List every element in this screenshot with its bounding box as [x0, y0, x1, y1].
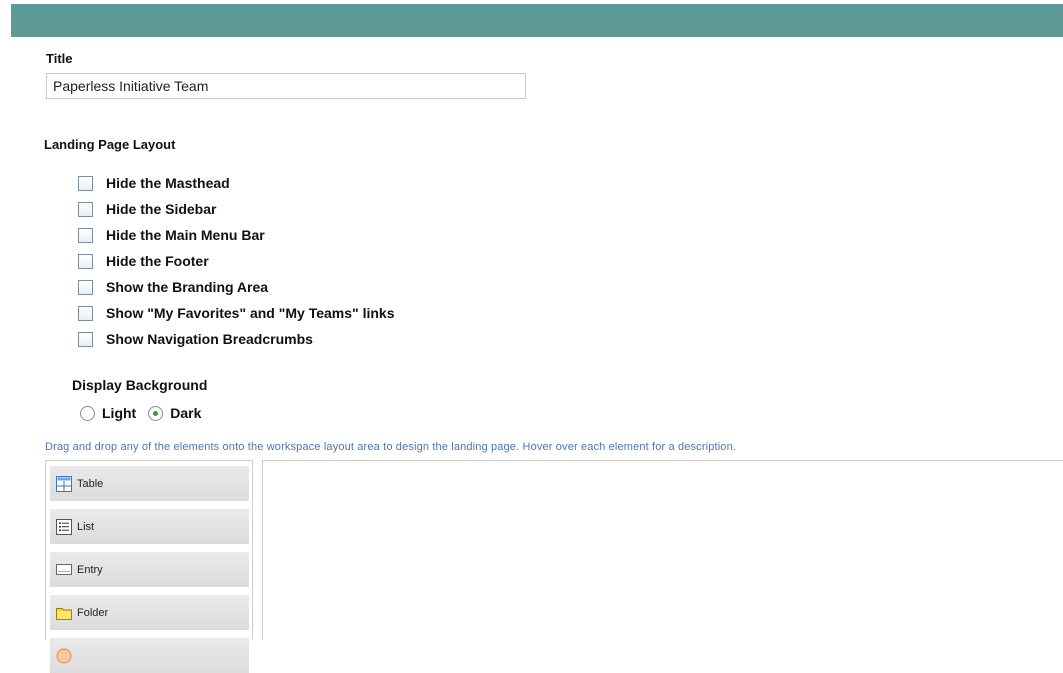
circle-icon [56, 648, 72, 664]
radio-light[interactable] [80, 405, 95, 421]
option-label: Show Navigation Breadcrumbs [106, 331, 313, 347]
option-hide-main-menu-bar[interactable]: Hide the Main Menu Bar [78, 222, 394, 248]
designer-hint: Drag and drop any of the elements onto t… [45, 441, 737, 453]
folder-icon [56, 605, 72, 621]
palette-item-label: Folder [77, 606, 109, 619]
option-show-favorites-teams-links[interactable]: Show "My Favorites" and "My Teams" links [78, 300, 394, 326]
checkbox[interactable] [78, 253, 93, 269]
table-icon [56, 475, 72, 492]
checkbox[interactable] [78, 227, 93, 243]
option-show-breadcrumbs[interactable]: Show Navigation Breadcrumbs [78, 326, 394, 352]
palette-item-label: List [77, 520, 95, 533]
option-hide-masthead[interactable]: Hide the Masthead [78, 170, 394, 196]
palette-item-list[interactable]: List [50, 509, 249, 544]
option-label: Show "My Favorites" and "My Teams" links [106, 305, 395, 321]
option-label: Hide the Masthead [106, 175, 230, 191]
header-bar [11, 4, 1063, 37]
title-input[interactable] [46, 73, 526, 99]
palette-item-partial[interactable] [50, 638, 249, 673]
background-radio-group: Light Dark [80, 405, 201, 421]
option-show-branding-area[interactable]: Show the Branding Area [78, 274, 394, 300]
option-label: Hide the Sidebar [106, 201, 217, 217]
entry-icon [56, 562, 72, 578]
list-icon [56, 518, 72, 535]
option-hide-sidebar[interactable]: Hide the Sidebar [78, 196, 394, 222]
title-label: Title [46, 51, 73, 66]
display-background-label: Display Background [72, 377, 208, 393]
palette-item-label: Entry [77, 563, 103, 576]
checkbox[interactable] [78, 175, 93, 191]
left-edge [0, 0, 11, 640]
palette-item-folder[interactable]: Folder [50, 595, 249, 630]
element-palette: Table List Entry Folder [45, 460, 253, 673]
option-label: Hide the Main Menu Bar [106, 227, 265, 243]
landing-page-layout-label: Landing Page Layout [44, 137, 176, 152]
option-label: Show the Branding Area [106, 279, 269, 295]
checkbox[interactable] [78, 331, 93, 347]
palette-item-table[interactable]: Table [50, 466, 249, 501]
layout-options-list: Hide the Masthead Hide the Sidebar Hide … [78, 170, 394, 352]
workspace-layout-area[interactable] [262, 460, 1063, 640]
checkbox[interactable] [78, 279, 93, 295]
option-label: Hide the Footer [106, 253, 209, 269]
palette-item-label: Table [77, 477, 104, 490]
radio-dark-label: Dark [170, 405, 202, 421]
checkbox[interactable] [78, 305, 93, 321]
checkbox[interactable] [78, 201, 93, 217]
radio-light-label: Light [102, 405, 137, 421]
palette-item-entry[interactable]: Entry [50, 552, 249, 587]
option-hide-footer[interactable]: Hide the Footer [78, 248, 394, 274]
radio-dark[interactable] [148, 405, 164, 421]
